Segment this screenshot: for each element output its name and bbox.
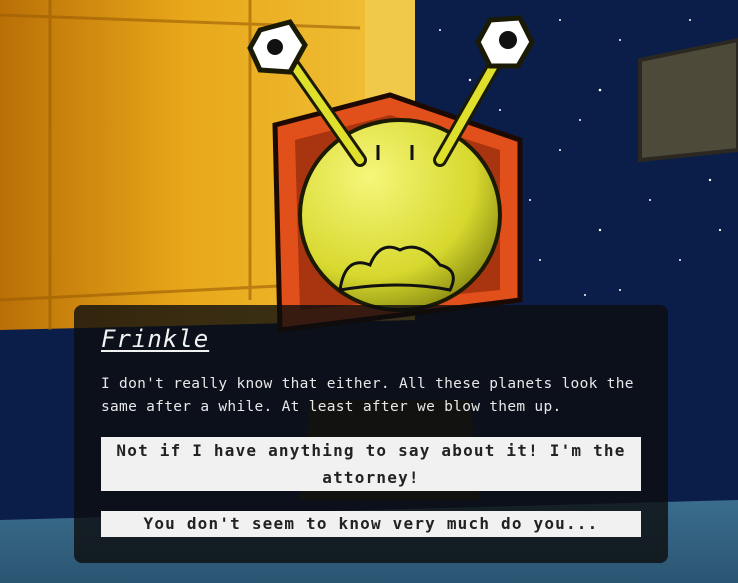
dialogue-box: Frinkle I don't really know that either.…	[74, 305, 668, 563]
speaker-name: Frinkle	[101, 325, 210, 353]
distant-ship-panel	[638, 37, 738, 163]
dialogue-choice-attorney[interactable]: Not if I have anything to say about it! …	[101, 437, 641, 491]
dialogue-choice-know-much[interactable]: You don't seem to know very much do you.…	[101, 511, 641, 537]
dialogue-text: I don't really know that either. All the…	[101, 376, 634, 415]
alien-head	[298, 118, 502, 312]
